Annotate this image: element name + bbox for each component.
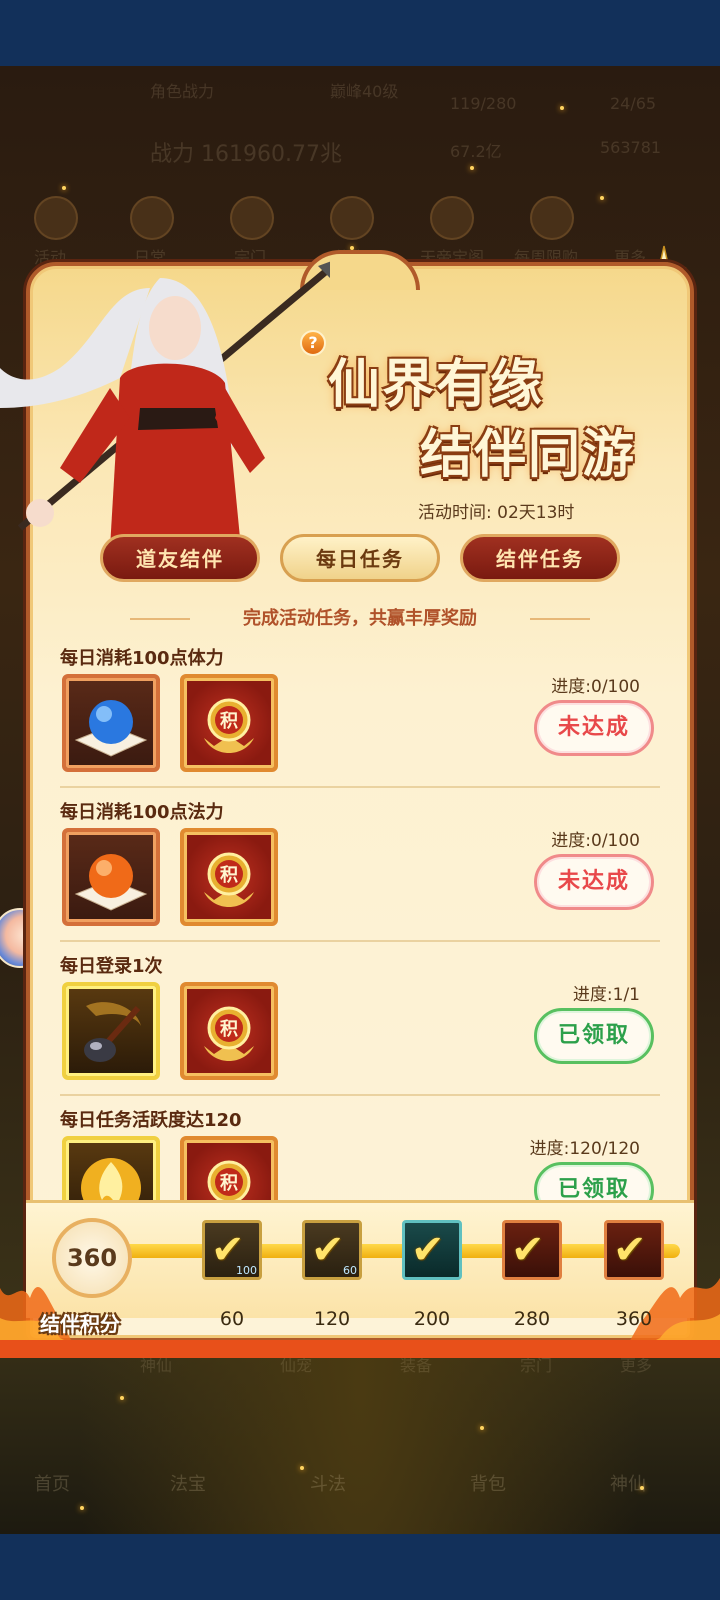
bg-menu-icon: [430, 196, 474, 240]
task-title: 每日任务活跃度达120: [60, 1110, 242, 1131]
milestone-reward-360[interactable]: ✔: [604, 1220, 664, 1280]
badge-char: 积: [220, 865, 238, 886]
milestone-reward-280[interactable]: ✔: [502, 1220, 562, 1280]
bg-menu-icon: [230, 196, 274, 240]
milestone-value: 60: [219, 1308, 245, 1330]
event-time-label: 活动时间:: [418, 503, 492, 523]
bg-stat: 119/280: [450, 94, 517, 113]
task-row: 每日登录1次 积 进度:1/1 已领取: [56, 952, 676, 1110]
blue-orb-icon: [74, 700, 148, 757]
bg-stat: 563781: [600, 138, 662, 157]
milestone-qty: 100: [236, 1264, 257, 1277]
reward-item[interactable]: [62, 828, 160, 926]
score-label: 结伴积分: [40, 1312, 120, 1336]
bg-menu-icon: [130, 196, 174, 240]
reward-item[interactable]: 积: [180, 828, 278, 926]
bg-nav-lower: 法宝: [170, 1474, 206, 1495]
tab-daily-tasks[interactable]: 每日任务: [280, 534, 440, 582]
milestone-value: 280: [513, 1308, 551, 1330]
points-badge-icon: 积: [204, 698, 254, 753]
milestone-value: 360: [615, 1308, 653, 1330]
task-title: 每日消耗100点法力: [60, 802, 224, 823]
event-time-value: 02天13时: [497, 503, 575, 523]
bg-menu-icon: [530, 196, 574, 240]
check-icon: ✔: [311, 1227, 345, 1273]
task-title: 每日登录1次: [60, 956, 163, 977]
divider: [60, 940, 660, 942]
event-time: 活动时间: 02天13时: [418, 498, 574, 523]
milestone-reward-60[interactable]: ✔ 100: [202, 1220, 262, 1280]
reward-item[interactable]: 积: [180, 1136, 278, 1200]
milestone-qty: 60: [343, 1264, 357, 1277]
reward-item[interactable]: [62, 982, 160, 1080]
check-icon: ✔: [511, 1227, 545, 1273]
points-badge-icon: 积: [204, 1006, 254, 1061]
bg-stat: 67.2亿: [450, 142, 502, 161]
reward-item[interactable]: 积: [180, 982, 278, 1080]
ornament-right: [530, 618, 590, 620]
points-badge-icon: 积: [204, 1160, 254, 1200]
status-button-claimed[interactable]: 已领取: [534, 1008, 654, 1064]
bg-stat: 角色战力: [150, 82, 215, 101]
score-value: 360: [52, 1218, 132, 1298]
badge-char: 积: [220, 1173, 238, 1194]
bg-stat: 战力 161960.77兆: [150, 142, 342, 167]
badge-char: 积: [220, 711, 238, 732]
divider: [60, 786, 660, 788]
badge-char: 积: [220, 1019, 238, 1040]
milestone-value: 200: [413, 1308, 451, 1330]
event-title-line2: 结伴同游: [420, 424, 637, 485]
help-icon[interactable]: ?: [300, 330, 326, 356]
bg-nav-lower: 神仙: [610, 1474, 646, 1495]
orange-orb-icon: [74, 854, 148, 911]
reward-item[interactable]: 积: [180, 674, 278, 772]
gold-flame-icon: [81, 1158, 141, 1200]
heroine-illustration: [0, 261, 330, 548]
bg-nav-lower: 斗法: [310, 1474, 346, 1495]
bg-stat: 24/65: [610, 94, 657, 113]
bg-nav-lower: 背包: [470, 1474, 506, 1495]
task-progress: 进度:1/1: [572, 985, 640, 1005]
brush-icon: [84, 1002, 141, 1062]
bg-menu-icon: [330, 196, 374, 240]
task-row: 每日消耗100点体力 积 进度:0/100 未达成: [56, 644, 676, 802]
reward-item[interactable]: [62, 674, 160, 772]
event-subtitle: 完成活动任务，共赢丰厚奖励: [243, 608, 477, 629]
reward-item[interactable]: [62, 1136, 160, 1200]
task-row: 每日消耗100点法力 积 进度:0/100 未达成: [56, 798, 676, 956]
milestone-reward-120[interactable]: ✔ 60: [302, 1220, 362, 1280]
task-progress: 进度:0/100: [551, 677, 640, 697]
task-progress: 进度:120/120: [529, 1139, 640, 1159]
tab-companion-tasks[interactable]: 结伴任务: [460, 534, 620, 582]
status-button-incomplete[interactable]: 未达成: [534, 854, 654, 910]
task-title: 每日消耗100点体力: [60, 648, 224, 669]
milestone-reward-200[interactable]: ✔: [402, 1220, 462, 1280]
task-row: 每日任务活跃度达120 积 进度:120/120 已领取: [56, 1106, 676, 1200]
bg-menu-icon: [34, 196, 78, 240]
tab-companion[interactable]: 道友结伴: [100, 534, 260, 582]
bg-nav-lower: 首页: [34, 1474, 70, 1495]
check-icon: ✔: [613, 1227, 647, 1273]
milestone-value: 120: [313, 1308, 351, 1330]
task-progress: 进度:0/100: [551, 831, 640, 851]
status-button-incomplete[interactable]: 未达成: [534, 700, 654, 756]
bg-stat: 巅峰40级: [330, 82, 399, 101]
status-button-claimed[interactable]: 已领取: [534, 1162, 654, 1200]
divider: [60, 1094, 660, 1096]
check-icon: ✔: [411, 1227, 445, 1273]
points-badge-icon: 积: [204, 852, 254, 907]
event-title-line1: 仙界有缘: [328, 354, 545, 415]
